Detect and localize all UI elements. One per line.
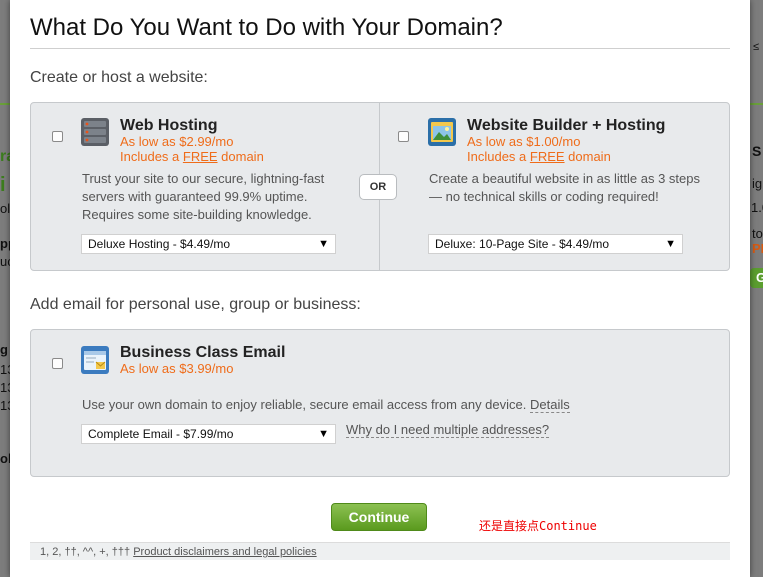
free-word: FREE bbox=[182, 149, 218, 164]
bg-divider-right bbox=[750, 103, 763, 105]
bg-fragment: PR bbox=[752, 241, 763, 256]
web-hosting-plan-select[interactable]: Deluxe Hosting - $4.49/mo ▼ bbox=[81, 234, 336, 254]
title-divider bbox=[30, 48, 730, 49]
disclaimers-link[interactable]: Product disclaimers and legal policies bbox=[133, 546, 316, 558]
bg-fragment: to bbox=[752, 226, 763, 241]
web-hosting-checkbox[interactable] bbox=[52, 131, 63, 142]
email-options-panel: Business Class Email As low as $3.99/mo … bbox=[30, 329, 730, 477]
website-builder-icon bbox=[428, 118, 456, 146]
footer-symbols: 1, 2, ††, ^^, +, ††† bbox=[40, 546, 131, 558]
website-builder-plan-value: Deluxe: 10-Page Site - $4.49/mo bbox=[435, 237, 610, 251]
website-builder-title: Website Builder + Hosting bbox=[467, 117, 666, 134]
email-plan-select[interactable]: Complete Email - $7.99/mo ▼ bbox=[81, 424, 336, 444]
dialog-title: What Do You Want to Do with Your Domain? bbox=[30, 14, 503, 41]
web-hosting-price: As low as $2.99/mo bbox=[120, 134, 234, 149]
web-hosting-description: Trust your site to our secure, lightning… bbox=[82, 171, 325, 222]
domain-options-dialog: What Do You Want to Do with Your Domain?… bbox=[10, 0, 750, 577]
web-hosting-plan-value: Deluxe Hosting - $4.49/mo bbox=[88, 237, 231, 251]
why-multiple-addresses-link[interactable]: Why do I need multiple addresses? bbox=[346, 422, 550, 438]
business-email-price: As low as $3.99/mo bbox=[120, 361, 234, 376]
continue-button[interactable]: Continue bbox=[331, 503, 427, 531]
email-plan-value: Complete Email - $7.99/mo bbox=[88, 427, 234, 441]
dropdown-arrow-icon: ▼ bbox=[665, 238, 676, 250]
free-word: FREE bbox=[529, 149, 565, 164]
email-section-label: Add email for personal use, group or bus… bbox=[30, 296, 361, 313]
server-icon bbox=[81, 118, 109, 146]
web-hosting-title: Web Hosting bbox=[120, 117, 218, 134]
free-domain-suffix: domain bbox=[564, 149, 611, 164]
bg-fragment: S bbox=[752, 143, 762, 159]
email-icon bbox=[81, 346, 109, 374]
website-builder-price: As low as $1.00/mo bbox=[467, 134, 581, 149]
free-domain-prefix: Includes a bbox=[120, 149, 183, 164]
or-separator: OR bbox=[359, 174, 397, 200]
web-hosting-free-domain: Includes a FREE domain bbox=[120, 149, 264, 164]
footer-disclaimer: 1, 2, ††, ^^, +, ††† Product disclaimers… bbox=[30, 542, 730, 560]
email-description-text: Use your own domain to enjoy reliable, s… bbox=[82, 397, 527, 412]
dropdown-arrow-icon: ▼ bbox=[318, 428, 329, 440]
business-email-title: Business Class Email bbox=[120, 344, 286, 361]
free-domain-prefix: Includes a bbox=[467, 149, 530, 164]
hosting-options-panel: Web Hosting As low as $2.99/mo Includes … bbox=[30, 102, 730, 271]
website-builder-checkbox[interactable] bbox=[398, 131, 409, 142]
bg-fragment: g bbox=[0, 342, 8, 357]
hosting-section-label: Create or host a website: bbox=[30, 69, 208, 86]
business-email-checkbox[interactable] bbox=[52, 358, 63, 369]
dropdown-arrow-icon: ▼ bbox=[318, 238, 329, 250]
business-email-description: Use your own domain to enjoy reliable, s… bbox=[82, 396, 722, 414]
website-builder-plan-select[interactable]: Deluxe: 10-Page Site - $4.49/mo ▼ bbox=[428, 234, 683, 254]
website-builder-description: Create a beautiful website in as little … bbox=[429, 171, 700, 204]
bg-fragment: ig bbox=[752, 176, 763, 191]
details-link[interactable]: Details bbox=[530, 397, 570, 413]
free-domain-suffix: domain bbox=[217, 149, 264, 164]
bg-fragment: 1.0 bbox=[751, 200, 763, 215]
bg-fragment: ol bbox=[0, 201, 11, 216]
red-annotation-text: 还是直接点Continue bbox=[479, 519, 597, 533]
bg-fragment: ≤ bbox=[753, 41, 760, 53]
website-builder-free-domain: Includes a FREE domain bbox=[467, 149, 611, 164]
bg-fragment: i bbox=[0, 174, 6, 196]
bg-button-fragment: G bbox=[750, 268, 763, 288]
